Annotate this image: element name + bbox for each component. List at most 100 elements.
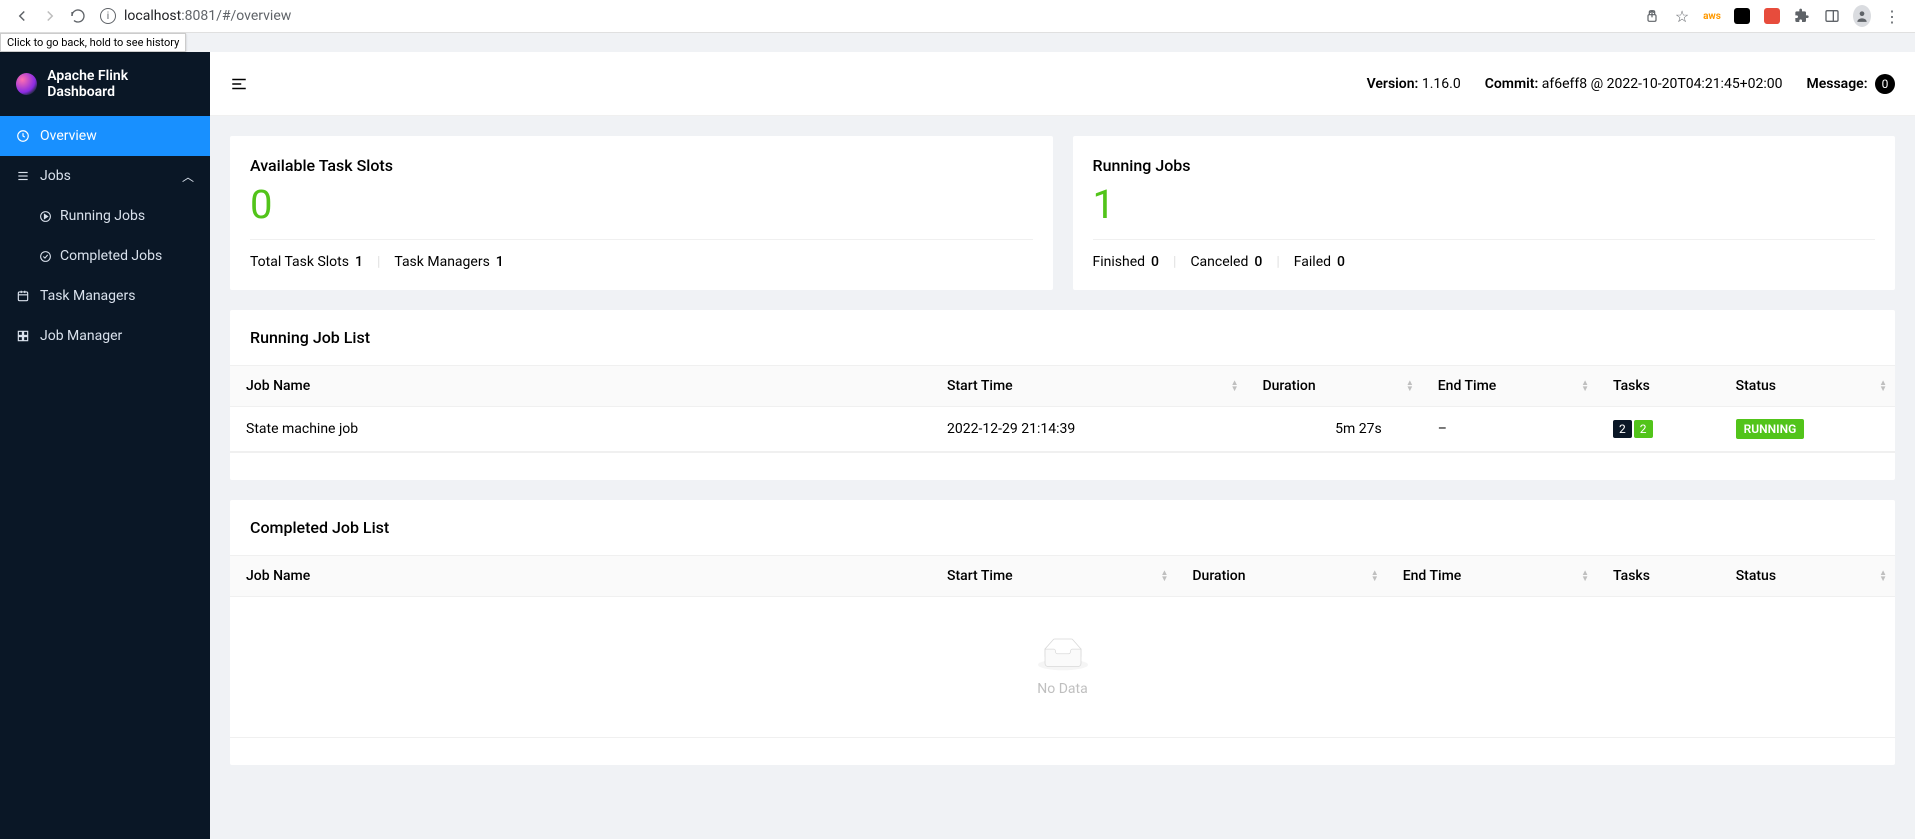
url-text: localhost:8081/#/overview (124, 8, 291, 24)
version-info: Version: 1.16.0 (1367, 76, 1461, 92)
browser-forward-button[interactable] (36, 2, 64, 30)
sidebar-toggle-icon[interactable] (230, 75, 248, 93)
browser-url-bar[interactable]: i localhost:8081/#/overview (100, 8, 1643, 24)
col-status[interactable]: Status▲▼ (1720, 366, 1895, 407)
cell-job-name: State machine job (230, 407, 931, 452)
col-tasks[interactable]: Tasks (1597, 556, 1720, 597)
table-header-row: Job Name Start Time▲▼ Duration▲▼ End Tim… (230, 366, 1895, 407)
browser-reload-button[interactable] (64, 2, 92, 30)
side-panel-icon[interactable] (1823, 7, 1841, 25)
bookmark-star-icon[interactable]: ☆ (1673, 7, 1691, 25)
commit-info: Commit: af6eff8 @ 2022-10-20T04:21:45+02… (1485, 76, 1783, 92)
empty-state: No Data (230, 597, 1895, 737)
back-button-tooltip: Click to go back, hold to see history (0, 33, 186, 52)
extension-icon-1[interactable] (1733, 7, 1751, 25)
task-managers-stat: Task Managers 1 (394, 254, 503, 270)
sidebar-item-task-managers[interactable]: Task Managers (0, 276, 210, 316)
cell-end-time: – (1422, 407, 1597, 452)
schedule-icon (16, 289, 30, 303)
browser-right-icons: ☆ aws ⋮ (1643, 7, 1907, 25)
sidebar: Apache Flink Dashboard Overview Jobs ︿ R… (0, 52, 210, 839)
brand-title: Apache Flink Dashboard (47, 68, 194, 100)
col-end-time[interactable]: End Time▲▼ (1422, 366, 1597, 407)
browser-menu-icon[interactable]: ⋮ (1883, 7, 1901, 25)
sidebar-item-overview[interactable]: Overview (0, 116, 210, 156)
card-title: Running Jobs (1093, 156, 1876, 175)
col-job-name[interactable]: Job Name (230, 556, 931, 597)
failed-stat: Failed 0 (1294, 254, 1345, 270)
card-available-task-slots: Available Task Slots 0 Total Task Slots … (230, 136, 1053, 290)
col-end-time[interactable]: End Time▲▼ (1387, 556, 1597, 597)
cell-start-time: 2022-12-29 21:14:39 (931, 407, 1246, 452)
extension-aws-icon[interactable]: aws (1703, 7, 1721, 25)
brand-header[interactable]: Apache Flink Dashboard (0, 52, 210, 116)
cell-duration: 5m 27s (1247, 407, 1422, 452)
check-circle-icon (38, 249, 52, 263)
card-title: Available Task Slots (250, 156, 1033, 175)
sort-icon[interactable]: ▲▼ (1160, 570, 1168, 582)
sort-icon[interactable]: ▲▼ (1879, 380, 1887, 392)
browser-toolbar: i localhost:8081/#/overview ☆ aws ⋮ (0, 0, 1915, 33)
browser-back-button[interactable] (8, 2, 36, 30)
extension-icon-2[interactable] (1763, 7, 1781, 25)
section-title: Running Job List (230, 310, 1895, 365)
extensions-puzzle-icon[interactable] (1793, 7, 1811, 25)
canceled-stat: Canceled 0 (1190, 254, 1262, 270)
sidebar-item-label: Completed Jobs (60, 248, 162, 264)
sort-icon[interactable]: ▲▼ (1581, 380, 1589, 392)
col-start-time[interactable]: Start Time▲▼ (931, 366, 1246, 407)
flink-logo-icon (16, 73, 37, 95)
card-running-jobs: Running Jobs 1 Finished 0 | Canceled 0 |… (1073, 136, 1896, 290)
empty-text: No Data (230, 681, 1895, 697)
cell-status: RUNNING (1720, 407, 1895, 452)
sort-icon[interactable]: ▲▼ (1879, 570, 1887, 582)
topbar: Version: 1.16.0 Commit: af6eff8 @ 2022-1… (210, 52, 1915, 116)
share-icon[interactable] (1643, 7, 1661, 25)
col-start-time[interactable]: Start Time▲▼ (931, 556, 1176, 597)
task-badge-running: 2 (1634, 420, 1653, 438)
build-icon (16, 329, 30, 343)
sidebar-item-label: Job Manager (40, 328, 122, 344)
completed-job-list-section: Completed Job List Job Name Start Time▲▼… (230, 500, 1895, 765)
sidebar-item-job-manager[interactable]: Job Manager (0, 316, 210, 356)
message-count-badge: 0 (1875, 74, 1895, 94)
empty-box-icon (1038, 637, 1088, 673)
col-status[interactable]: Status▲▼ (1720, 556, 1895, 597)
sidebar-item-completed-jobs[interactable]: Completed Jobs (0, 236, 210, 276)
sort-icon[interactable]: ▲▼ (1406, 380, 1414, 392)
message-info[interactable]: Message: 0 (1807, 74, 1896, 94)
profile-avatar-icon[interactable] (1853, 7, 1871, 25)
sidebar-item-label: Running Jobs (60, 208, 145, 224)
site-info-icon[interactable]: i (100, 8, 116, 24)
play-circle-icon (38, 209, 52, 223)
bars-icon (16, 169, 30, 183)
status-badge: RUNNING (1736, 419, 1805, 439)
section-title: Completed Job List (230, 500, 1895, 555)
table-header-row: Job Name Start Time▲▼ Duration▲▼ End Tim… (230, 556, 1895, 597)
dashboard-icon (16, 129, 30, 143)
cell-tasks: 2 2 (1597, 407, 1720, 452)
main-content: Version: 1.16.0 Commit: af6eff8 @ 2022-1… (210, 52, 1915, 839)
sort-icon[interactable]: ▲▼ (1371, 570, 1379, 582)
total-slots-stat: Total Task Slots 1 (250, 254, 363, 270)
col-duration[interactable]: Duration▲▼ (1247, 366, 1422, 407)
col-duration[interactable]: Duration▲▼ (1176, 556, 1386, 597)
col-job-name[interactable]: Job Name (230, 366, 931, 407)
sidebar-item-label: Task Managers (40, 288, 135, 304)
completed-jobs-table: Job Name Start Time▲▼ Duration▲▼ End Tim… (230, 555, 1895, 597)
table-row[interactable]: State machine job 2022-12-29 21:14:39 5m… (230, 407, 1895, 452)
sidebar-item-jobs[interactable]: Jobs ︿ (0, 156, 210, 196)
available-slots-value: 0 (250, 183, 1033, 227)
sidebar-item-running-jobs[interactable]: Running Jobs (0, 196, 210, 236)
chevron-up-icon: ︿ (182, 168, 194, 185)
sidebar-item-label: Jobs (40, 168, 71, 184)
sidebar-item-label: Overview (40, 128, 97, 144)
running-jobs-value: 1 (1093, 183, 1876, 227)
col-tasks[interactable]: Tasks (1597, 366, 1720, 407)
finished-stat: Finished 0 (1093, 254, 1160, 270)
task-badge-total: 2 (1613, 420, 1632, 438)
running-jobs-table: Job Name Start Time▲▼ Duration▲▼ End Tim… (230, 365, 1895, 452)
running-job-list-section: Running Job List Job Name Start Time▲▼ D… (230, 310, 1895, 480)
sort-icon[interactable]: ▲▼ (1231, 380, 1239, 392)
sort-icon[interactable]: ▲▼ (1581, 570, 1589, 582)
